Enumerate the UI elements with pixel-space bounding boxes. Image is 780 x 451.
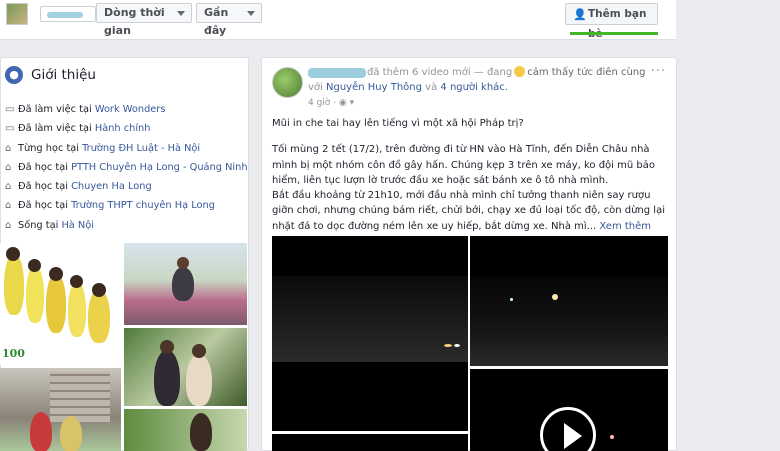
post-question: Mũi in che tai hay lên tiếng vì một xã h… bbox=[272, 118, 524, 129]
intro-item-education: ⌂ Đã học tại Chuyen Ha Long bbox=[5, 177, 245, 196]
intro-item-link[interactable]: Trường THPT chuyên Hạ Long bbox=[71, 200, 215, 211]
intro-item-prefix: Đã làm việc tại bbox=[18, 104, 95, 115]
intro-item-link[interactable]: PTTH Chuyên Hạ Long - Quảng Ninh bbox=[71, 162, 247, 173]
tagged-others-link[interactable]: 4 người khác. bbox=[440, 82, 508, 93]
graduation-cap-icon: ⌂ bbox=[5, 161, 12, 173]
video-thumbnail[interactable] bbox=[272, 434, 468, 451]
intro-item-link[interactable]: Hành chính bbox=[95, 123, 151, 134]
post-body: Mũi in che tai hay lên tiếng vì một xã h… bbox=[272, 116, 670, 234]
video-thumbnail[interactable] bbox=[470, 236, 668, 366]
intro-item-link[interactable]: Hà Nội bbox=[61, 220, 94, 231]
see-more-link[interactable]: Xem thêm bbox=[599, 221, 651, 232]
post-tagged-line: với Nguyễn Huy Thông và 4 người khác. bbox=[308, 82, 508, 93]
intro-item-work: ▭ Đã làm việc tại Hành chính bbox=[5, 119, 245, 138]
photo-grid: 100 bbox=[0, 243, 249, 451]
angry-emoji-icon bbox=[514, 66, 526, 77]
intro-item-education: ⌂ Đã học tại Trường THPT chuyên Hạ Long bbox=[5, 196, 245, 215]
globe-icon: ● bbox=[5, 66, 23, 84]
post-timestamp[interactable]: 4 giờ bbox=[308, 98, 330, 108]
intro-item-education: ⌂ Đã học tại PTTH Chuyên Hạ Long - Quảng … bbox=[5, 158, 248, 177]
post-card: đã thêm 6 video mới — đang cảm thấy tức đ… bbox=[261, 57, 677, 451]
intro-item-link[interactable]: Chuyen Ha Long bbox=[71, 181, 152, 192]
photo-thumbnail[interactable] bbox=[124, 243, 247, 325]
post-feeling-text: cảm thấy tức điên cùng bbox=[527, 67, 646, 78]
divider bbox=[570, 32, 658, 35]
intro-item-work: ▭ Đã làm việc tại Work Wonders bbox=[5, 100, 245, 119]
post-with-label: với bbox=[308, 82, 323, 93]
post-meta: 4 giờ · ◉ ▾ bbox=[308, 98, 354, 108]
intro-item-prefix: Đã làm việc tại bbox=[18, 123, 95, 135]
home-icon: ⌂ bbox=[5, 219, 12, 231]
post-action-text: đã thêm 6 video mới bbox=[367, 67, 471, 78]
graduation-cap-icon: ⌂ bbox=[5, 142, 12, 154]
profile-name-blurred[interactable] bbox=[40, 6, 96, 22]
briefcase-icon: ▭ bbox=[5, 123, 15, 135]
photo-thumbnail[interactable] bbox=[124, 328, 247, 406]
post-and-label: và bbox=[425, 82, 438, 93]
intro-title: Giới thiệu bbox=[31, 67, 96, 83]
graduation-cap-icon: ⌂ bbox=[5, 200, 12, 212]
intro-item-prefix: Từng học tại bbox=[18, 142, 83, 154]
timeline-top-bar: Dòng thời gian Gần đây 👤 Thêm bạn bè bbox=[0, 0, 676, 40]
post-feeling-prefix: — đang bbox=[473, 67, 513, 78]
post-paragraph: Tối mùng 2 tết (17/2), trên đường đi từ … bbox=[272, 144, 655, 186]
intro-item-link[interactable]: Trường ĐH Luật - Hà Nội bbox=[82, 143, 200, 154]
audience-icon: · ◉ ▾ bbox=[333, 98, 355, 108]
intro-item-prefix: Sống tại bbox=[18, 219, 62, 231]
recent-dropdown-label: Gần đây bbox=[204, 6, 229, 37]
timeline-dropdown-label: Dòng thời gian bbox=[104, 6, 165, 37]
timeline-dropdown[interactable]: Dòng thời gian bbox=[96, 3, 192, 37]
intro-item-education: ⌂ Từng học tại Trường ĐH Luật - Hà Nội bbox=[5, 139, 245, 158]
add-friend-icon: 👤 bbox=[573, 8, 587, 21]
post-author-name-blurred[interactable] bbox=[308, 68, 366, 78]
play-icon[interactable] bbox=[540, 407, 596, 451]
photo-thumbnail[interactable] bbox=[124, 409, 247, 451]
briefcase-icon: ▭ bbox=[5, 104, 15, 115]
post-author-avatar[interactable] bbox=[272, 67, 303, 98]
add-friend-label: Thêm bạn bè bbox=[588, 8, 647, 40]
intro-item-residence: ⌂ Sống tại Hà Nội bbox=[5, 216, 245, 235]
intro-item-prefix: Đã học tại bbox=[18, 161, 72, 173]
chevron-down-icon bbox=[247, 11, 255, 16]
graduation-cap-icon: ⌂ bbox=[5, 181, 12, 193]
intro-item-prefix: Đã học tại bbox=[18, 181, 72, 193]
profile-avatar[interactable] bbox=[6, 3, 28, 25]
post-header-line: đã thêm 6 video mới — đang cảm thấy tức đ… bbox=[367, 66, 645, 78]
post-paragraph-continued: Bắt đầu khoảng từ 21h10, mới đầu nhà mìn… bbox=[272, 188, 670, 234]
intro-list: ▭ Đã làm việc tại Work Wonders ▭ Đã làm vi… bbox=[5, 100, 248, 235]
photo-thumbnail[interactable] bbox=[0, 368, 121, 451]
video-thumbnail[interactable] bbox=[470, 369, 668, 451]
intro-item-prefix: Đã học tại bbox=[18, 200, 72, 212]
add-friend-button[interactable]: 👤 Thêm bạn bè bbox=[565, 3, 658, 40]
tagged-person-link[interactable]: Nguyễn Huy Thông bbox=[326, 82, 422, 93]
recent-dropdown[interactable]: Gần đây bbox=[196, 3, 262, 37]
more-options-icon[interactable]: ··· bbox=[651, 64, 666, 79]
intro-item-link[interactable]: Work Wonders bbox=[95, 104, 166, 115]
photo-logo: 100 bbox=[2, 347, 25, 360]
video-thumbnail[interactable] bbox=[272, 236, 468, 431]
chevron-down-icon bbox=[177, 11, 185, 16]
photo-thumbnail[interactable]: 100 bbox=[0, 243, 121, 365]
